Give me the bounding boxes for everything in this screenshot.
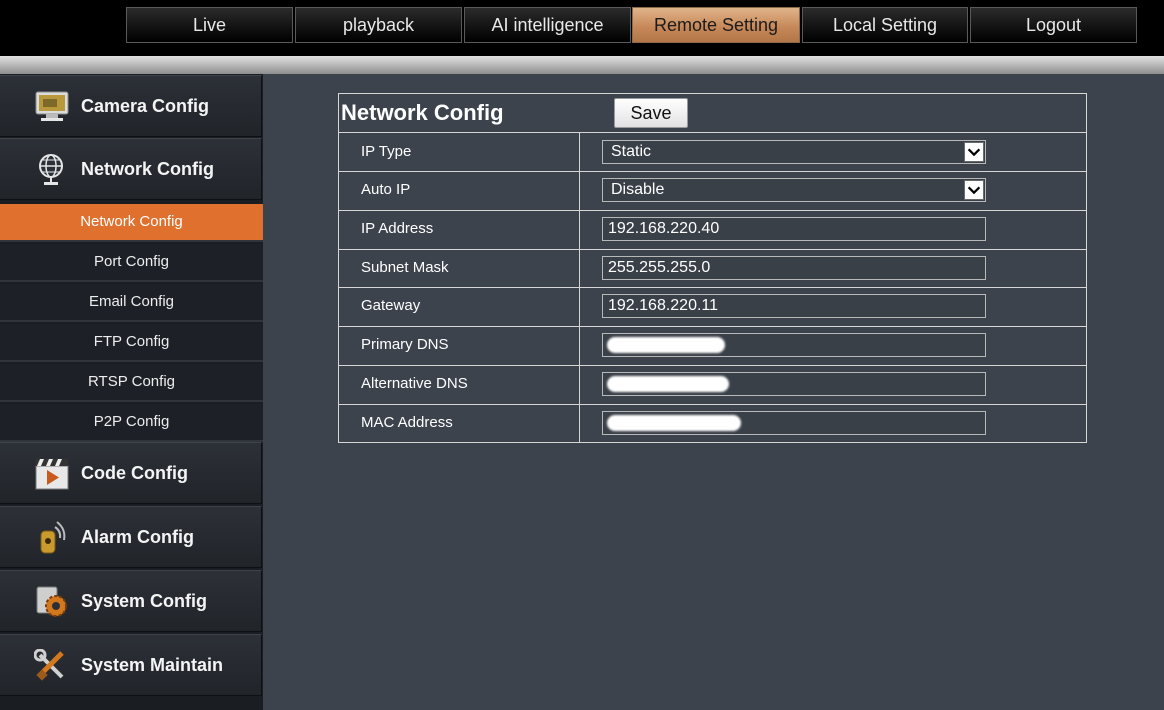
- sidebar-item-network-config[interactable]: Network Config: [0, 204, 263, 242]
- tab-local-setting[interactable]: Local Setting: [802, 7, 968, 43]
- tab-remote-setting[interactable]: Remote Setting: [632, 7, 800, 43]
- redaction-mark: [607, 415, 741, 431]
- ip-type-select[interactable]: Static: [602, 140, 986, 164]
- sidebar-cat-label: Network Config: [81, 159, 214, 179]
- mac-address-label: MAC Address: [361, 414, 453, 431]
- save-button[interactable]: Save: [614, 98, 688, 128]
- chevron-down-icon: [964, 142, 984, 162]
- primary-dns-field[interactable]: [602, 333, 986, 357]
- row-divider: [339, 287, 1086, 288]
- globe-network-icon: [39, 154, 63, 185]
- sidebar-cat-label: System Config: [81, 591, 208, 611]
- auto-ip-label: Auto IP: [361, 181, 411, 198]
- sidebar-item-rtsp-config[interactable]: RTSP Config: [0, 364, 263, 402]
- clapperboard-play-icon: [35, 459, 69, 490]
- ip-address-label: IP Address: [361, 220, 434, 237]
- wrench-tools-icon: [34, 649, 64, 681]
- gateway-field[interactable]: 192.168.220.11: [602, 294, 986, 318]
- sidebar-cat-system-config[interactable]: System Config: [0, 570, 262, 632]
- ip-type-label: IP Type: [361, 143, 412, 160]
- sidebar-item-ftp-config[interactable]: FTP Config: [0, 324, 263, 362]
- alternative-dns-field[interactable]: [602, 372, 986, 396]
- sidebar-cat-label: Camera Config: [81, 96, 210, 116]
- sidebar-cat-camera-config[interactable]: Camera Config: [0, 75, 262, 137]
- tab-playback[interactable]: playback: [295, 7, 462, 43]
- sidebar-cat-label: System Maintain: [81, 655, 224, 675]
- tab-logout[interactable]: Logout: [970, 7, 1137, 43]
- sidebar-cat-label: Alarm Config: [81, 527, 195, 547]
- nav-separator: [0, 56, 1164, 74]
- sidebar-cat-alarm-config[interactable]: Alarm Config: [0, 506, 262, 568]
- page-title: Network Config: [341, 100, 504, 125]
- primary-dns-label: Primary DNS: [361, 336, 449, 353]
- auto-ip-select[interactable]: Disable: [602, 178, 986, 202]
- sidebar-item-port-config[interactable]: Port Config: [0, 244, 263, 282]
- alternative-dns-label: Alternative DNS: [361, 375, 468, 392]
- chevron-down-icon: [964, 180, 984, 200]
- network-config-panel: Network Config Save IP Type Static Auto …: [338, 93, 1087, 443]
- sidebar-cat-system-maintain[interactable]: System Maintain: [0, 634, 262, 696]
- tab-live[interactable]: Live: [126, 7, 293, 43]
- sidebar-cat-code-config[interactable]: Code Config: [0, 442, 262, 504]
- tab-ai-intelligence[interactable]: AI intelligence: [464, 7, 631, 43]
- redaction-mark: [607, 337, 725, 353]
- row-divider: [339, 326, 1086, 327]
- gear-settings-icon: [36, 586, 67, 617]
- auto-ip-value: Disable: [611, 181, 665, 198]
- sidebar-cat-network-config[interactable]: Network Config: [0, 138, 262, 200]
- subnet-mask-label: Subnet Mask: [361, 259, 449, 276]
- sidebar-item-p2p-config[interactable]: P2P Config: [0, 404, 263, 442]
- sidebar-cat-label: Code Config: [81, 463, 188, 483]
- sidebar-item-email-config[interactable]: Email Config: [0, 284, 263, 322]
- ip-address-field[interactable]: 192.168.220.40: [602, 217, 986, 241]
- top-nav: Live playback AI intelligence Remote Set…: [0, 0, 1164, 56]
- row-divider: [339, 132, 1086, 133]
- monitor-icon: [35, 91, 69, 121]
- subnet-mask-field[interactable]: 255.255.255.0: [602, 256, 986, 280]
- gateway-label: Gateway: [361, 297, 421, 314]
- row-divider: [339, 249, 1086, 250]
- ip-type-value: Static: [611, 143, 652, 160]
- redaction-mark: [607, 376, 729, 392]
- column-divider: [579, 132, 580, 442]
- alarm-signal-icon: [40, 521, 66, 554]
- row-divider: [339, 171, 1086, 172]
- mac-address-field[interactable]: [602, 411, 986, 435]
- sidebar: Camera Config Network Config Network Con…: [0, 74, 263, 710]
- row-divider: [339, 210, 1086, 211]
